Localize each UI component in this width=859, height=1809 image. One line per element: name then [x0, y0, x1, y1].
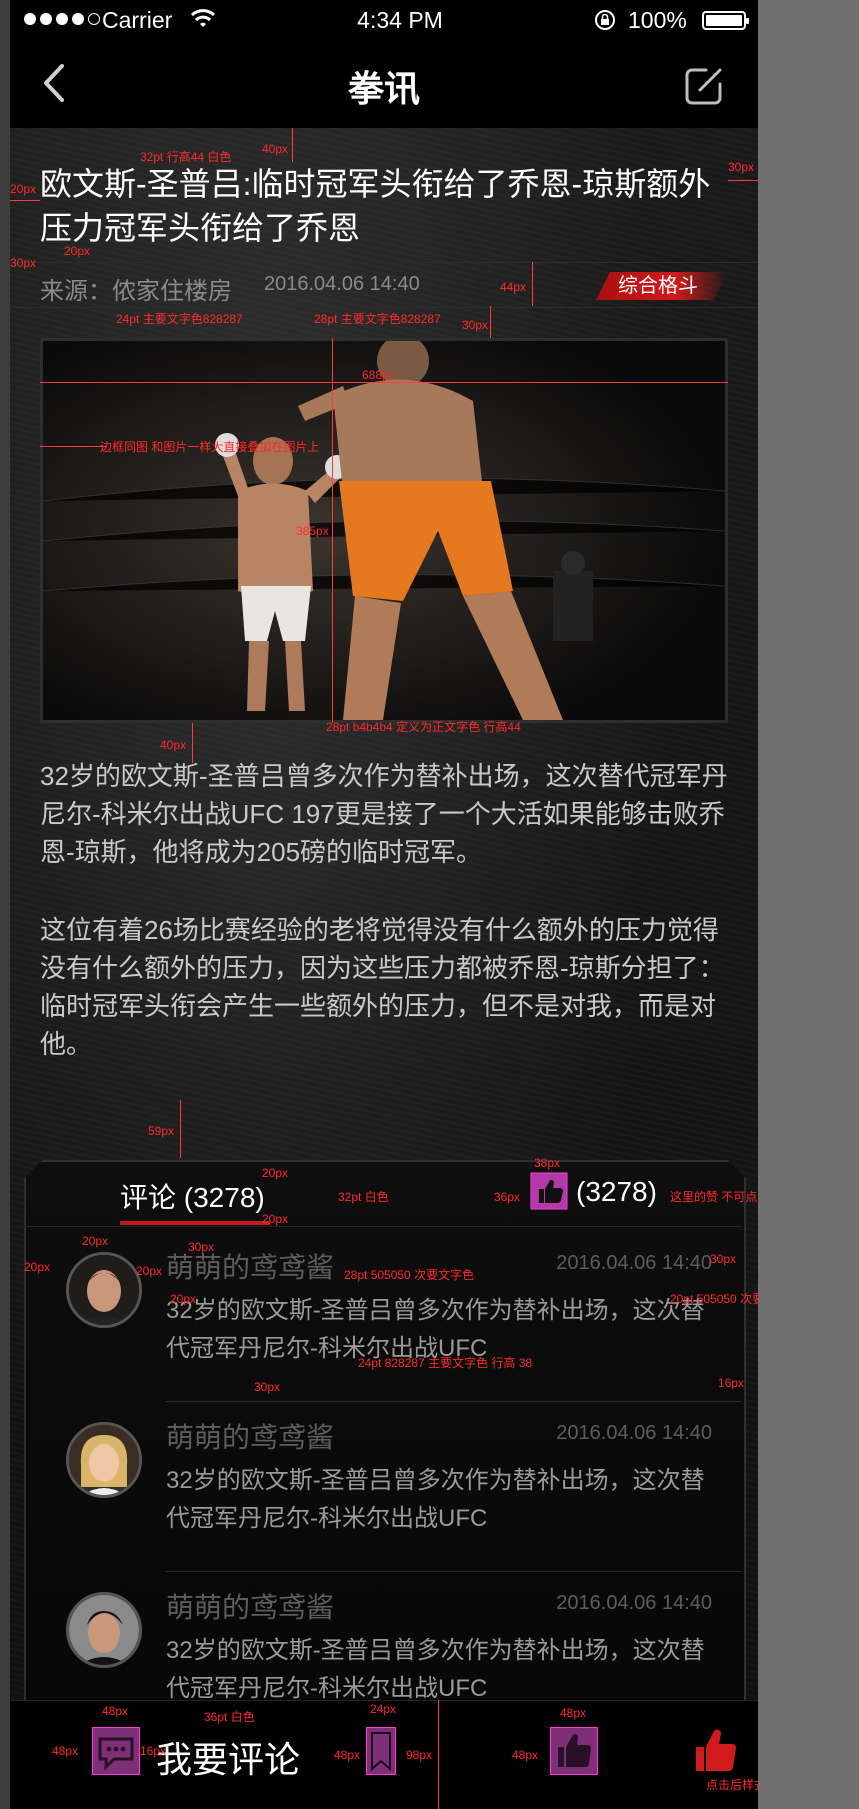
article-paragraph: 32岁的欧文斯-圣普吕曾多次作为替补出场，这次替代冠军丹尼尔-科米尔出战UFC …: [40, 761, 728, 867]
avatar: [66, 1592, 142, 1668]
tab-comments[interactable]: 评论 (3278): [120, 1176, 265, 1216]
annotation-label: 20pt 505050 次要文字色: [670, 1292, 758, 1306]
avatar: [66, 1252, 142, 1328]
annotation-label: 98px: [406, 1748, 433, 1762]
comment-item: 萌萌的鸢鸢酱 2016.04.06 14:40 32岁的欧文斯-圣普吕曾多次作为…: [24, 1402, 742, 1572]
measure-line: [40, 446, 106, 447]
annotation-label: 688px: [362, 368, 395, 382]
annotation-label: 30px: [728, 160, 755, 174]
left-edge-strip: [0, 0, 10, 1809]
comment-author[interactable]: 萌萌的鸢鸢酱: [166, 1416, 334, 1456]
thumbs-up-active-icon[interactable]: [690, 1725, 740, 1775]
comment-item: 萌萌的鸢鸢酱 2016.04.06 14:40 32岁的欧文斯-圣普吕曾多次作为…: [24, 1232, 742, 1402]
annotation-label: 28pt 主要文字色828287: [314, 312, 441, 326]
annotation-label: 这里的赞 不可点: [670, 1190, 758, 1204]
annotation-label: 28pt b4b4b4 定义为正文字色 行高44: [326, 720, 521, 734]
fight-photo-illustration: [43, 341, 725, 720]
avatar: [66, 1422, 142, 1498]
annotation-label: 20px: [262, 1166, 289, 1180]
annotation-label: 40px: [160, 738, 187, 752]
annotation-label: 20px: [170, 1292, 197, 1306]
edit-share-icon[interactable]: [682, 64, 726, 108]
measure-line: [728, 180, 758, 181]
article-meta-row: 来源：侬家住楼房 2016.04.06 14:40 综合格斗: [10, 262, 758, 308]
annotation-label: 48px: [52, 1744, 79, 1758]
annotation-label: 边框同图 和图片一样大直接叠加在图片上: [100, 440, 320, 454]
annotation-label: 16px: [140, 1744, 167, 1758]
annotation-label: 40px: [262, 142, 289, 156]
measure-line: [490, 306, 491, 338]
article-source: 来源：侬家住楼房: [40, 278, 232, 305]
page-title: 拳讯: [347, 68, 420, 109]
divider: [24, 1226, 742, 1227]
annotation-label: 36px: [494, 1190, 521, 1204]
annotation-label: 44px: [500, 280, 527, 294]
comment-author[interactable]: 萌萌的鸢鸢酱: [166, 1586, 334, 1626]
annotation-label: 24pt 主要文字色828287: [116, 312, 243, 326]
article-photo: [40, 338, 728, 723]
annotation-label: 24px: [370, 1702, 397, 1716]
comment-text: 32岁的欧文斯-圣普吕曾多次作为替补出场，这次替代冠军丹尼尔-科米尔出战UFC: [166, 1637, 705, 1702]
like-count: (3278): [576, 1176, 657, 1207]
annotation-label: 20px: [136, 1264, 163, 1278]
annotation-label: 28pt 505050 次要文字色: [344, 1268, 475, 1282]
category-badge[interactable]: 综合格斗: [596, 272, 728, 300]
annotation-label: 36pt 白色: [204, 1710, 255, 1724]
measure-line: [192, 723, 193, 763]
comment-time: 2016.04.06 14:40: [556, 1592, 712, 1614]
comment-time: 2016.04.06 14:40: [556, 1422, 712, 1444]
carrier-label: Carrier: [102, 7, 173, 33]
comment-text: 32岁的欧文斯-圣普吕曾多次作为替补出场，这次替代冠军丹尼尔-科米尔出战UFC: [166, 1467, 705, 1532]
annotation-label: 20px: [262, 1212, 289, 1226]
annotation-label: 20px: [24, 1260, 51, 1274]
annotation-label: 32pt 行高44 白色: [140, 150, 232, 164]
tab-active-indicator: [120, 1221, 270, 1225]
annotation-label: 点击后样式: [706, 1778, 758, 1792]
article-title: 欧文斯-圣普吕:临时冠军头衔给了乔恩-琼斯额外压力冠军头衔给了乔恩: [40, 166, 711, 246]
annotation-label: 30px: [254, 1380, 281, 1394]
battery-icon: [702, 11, 749, 30]
thumbs-up-icon[interactable]: [550, 1727, 598, 1775]
annotation-label: 48px: [334, 1748, 361, 1762]
wifi-icon: [190, 9, 216, 27]
write-comment-button[interactable]: 我要评论: [156, 1731, 300, 1783]
annotation-label: 20px: [10, 182, 37, 196]
annotation-label: 20px: [82, 1234, 109, 1248]
annotation-label: 30px: [10, 256, 37, 270]
annotation-label: 16px: [718, 1376, 745, 1390]
annotation-label: 48px: [102, 1704, 129, 1718]
annotation-label: 30px: [462, 318, 489, 332]
annotation-label: 38px: [534, 1156, 561, 1170]
bookmark-icon[interactable]: [366, 1727, 396, 1775]
annotation-label: 48px: [512, 1748, 539, 1762]
battery-percent: 100%: [628, 7, 687, 33]
rotation-lock-icon: [595, 10, 615, 30]
signal-dots-icon: [24, 13, 100, 25]
measure-line: [332, 338, 333, 723]
annotation-label: 30px: [710, 1252, 737, 1266]
article-body: 32岁的欧文斯-圣普吕曾多次作为替补出场，这次替代冠军丹尼尔-科米尔出战UFC …: [40, 757, 730, 1103]
status-bar: Carrier 4:34 PM 100%: [10, 0, 758, 40]
phone-screen: Carrier 4:34 PM 100% 拳讯 欧文斯-圣普吕:临时冠军头衔给了…: [10, 0, 758, 1809]
comment-bubble-icon[interactable]: [92, 1727, 140, 1775]
article-paragraph: 这位有着26场比赛经验的老将觉得没有什么额外的压力觉得没有什么额外的压力，因为这…: [40, 915, 725, 1059]
annotation-label: 20px: [64, 244, 91, 258]
article-datetime: 2016.04.06 14:40: [264, 273, 420, 295]
nav-bar: 拳讯: [10, 40, 758, 128]
thumbs-up-icon: [530, 1172, 568, 1210]
annotation-label: 24pt 828287 主要文字色 行高 38: [358, 1356, 533, 1370]
annotation-label: 385px: [296, 524, 329, 538]
measure-line: [180, 1100, 181, 1158]
annotation-label: 48px: [560, 1706, 587, 1720]
comment-time: 2016.04.06 14:40: [556, 1252, 712, 1274]
status-time: 4:34 PM: [357, 7, 443, 33]
measure-line: [10, 200, 40, 201]
measure-line: [438, 1700, 439, 1809]
measure-line: [292, 128, 293, 162]
measure-line: [532, 262, 533, 306]
annotation-label: 32pt 白色: [338, 1190, 389, 1204]
annotation-label: 59px: [148, 1124, 175, 1138]
measure-line: [40, 382, 728, 383]
annotation-label: 30px: [188, 1240, 215, 1254]
